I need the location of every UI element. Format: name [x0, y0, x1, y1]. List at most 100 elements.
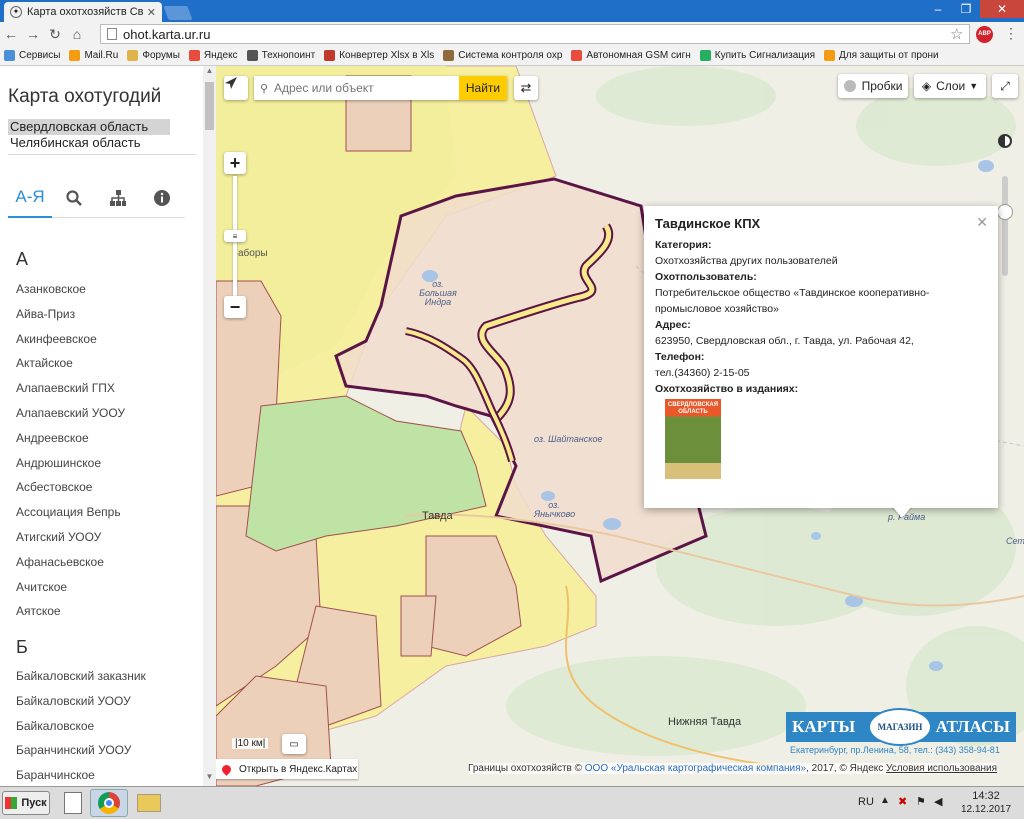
region-list[interactable]: Свердловская область Челябинская область — [8, 119, 196, 155]
copyright-link[interactable]: ООО «Уральская картографическая компания… — [585, 763, 806, 774]
taskbar-chrome-button[interactable] — [90, 789, 128, 817]
copyright-prefix: Границы охотхозяйств © — [468, 763, 582, 774]
clock-date[interactable]: 12.12.2017 — [956, 804, 1016, 815]
list-item[interactable]: Андрюшинское — [16, 456, 101, 470]
zoom-out-button[interactable]: − — [224, 296, 246, 318]
browser-menu-icon[interactable]: ⋮ — [1004, 25, 1018, 42]
tab-hierarchy[interactable] — [96, 178, 140, 218]
url-bar[interactable]: ohot.karta.ur.ru — [100, 24, 970, 44]
taskbar-documents-button[interactable] — [54, 789, 92, 817]
site-favicon-icon: ✦ — [10, 6, 22, 18]
zoom-in-button[interactable]: + — [224, 152, 246, 174]
maximize-icon[interactable]: ❐ — [952, 0, 980, 18]
zoom-slider-handle[interactable]: ≡ — [224, 230, 246, 242]
list-item[interactable]: Байкаловский УООУ — [16, 694, 131, 708]
ruler-button[interactable]: ▭ — [282, 734, 306, 754]
tab-search[interactable] — [52, 178, 96, 218]
list-item[interactable]: Акинфеевское — [16, 332, 97, 346]
start-button[interactable]: Пуск — [2, 791, 50, 815]
list-item[interactable]: Афанасьевское — [16, 555, 104, 569]
map-view[interactable]: оз. Большая Индра оз. Шайтанское оз. Яны… — [216, 66, 1024, 786]
opacity-slider[interactable] — [997, 176, 1013, 276]
window-close-icon[interactable]: ✕ — [980, 0, 1024, 18]
home-icon[interactable]: ⌂ — [66, 26, 88, 42]
bookmark-item[interactable]: Купить Сигнализация — [699, 50, 815, 61]
bookmark-icon — [4, 50, 15, 61]
scroll-down-icon[interactable]: ▼ — [203, 772, 216, 786]
bookmark-star-icon[interactable]: ☆ — [950, 25, 963, 43]
scrollbar-thumb[interactable] — [205, 82, 214, 130]
tab-title: Карта охотхозяйств Свердл — [27, 6, 143, 18]
route-button[interactable]: ⇄ — [514, 76, 538, 100]
layers-label: Слои — [936, 79, 966, 93]
terms-link[interactable]: Условия использования — [886, 763, 997, 774]
browser-tab[interactable]: ✦ Карта охотхозяйств Свердл ✕ — [4, 2, 162, 22]
list-item[interactable]: Азанковское — [16, 282, 86, 296]
search-submit-button[interactable]: Найти — [459, 76, 507, 100]
list-item[interactable]: Баранчинский УООУ — [16, 743, 131, 757]
region-item-sverdlovsk[interactable]: Свердловская область — [8, 119, 170, 135]
list-item[interactable]: Байкаловское — [16, 719, 94, 733]
network-icon[interactable]: ✖ — [898, 795, 907, 808]
map-search-input[interactable] — [274, 81, 459, 95]
tab-close-icon[interactable]: ✕ — [147, 6, 156, 19]
popup-close-icon[interactable]: ✕ — [976, 214, 988, 230]
tray-expand-icon[interactable]: ▲ — [880, 795, 890, 806]
bookmark-item[interactable]: Форумы — [127, 50, 180, 61]
language-indicator[interactable]: RU — [858, 796, 874, 808]
region-item-chelyabinsk[interactable]: Челябинская область — [8, 135, 196, 151]
bookmark-item[interactable]: Система контроля охр — [443, 50, 562, 61]
open-in-yandex-link[interactable]: Открыть в Яндекс.Картах — [216, 759, 358, 779]
scroll-up-icon[interactable]: ▲ — [203, 66, 216, 80]
bookmark-item[interactable]: Конвертер Xlsx в Xls — [324, 50, 434, 61]
publication-cover[interactable]: СВЕРДЛОВСКАЯ ОБЛАСТЬ — [665, 399, 721, 479]
info-icon — [154, 190, 170, 206]
map-label-nizhnyaya-tavda: Нижняя Тавда — [668, 716, 742, 728]
fullscreen-button[interactable]: ⤢ — [992, 74, 1018, 98]
info-popup: ✕ Тавдинское КПХ Категория: Охотхозяйств… — [644, 206, 998, 508]
bookmark-item[interactable]: Яндекс — [188, 50, 238, 61]
list-item[interactable]: Актайское — [16, 356, 73, 370]
layers-button[interactable]: ◈ Слои ▼ — [914, 74, 986, 98]
list-item[interactable]: Байкаловский заказник — [16, 669, 146, 683]
taskbar-explorer-button[interactable] — [130, 789, 168, 817]
bookmark-item[interactable]: Технопоинт — [246, 50, 315, 61]
list-item[interactable]: Ассоциация Вепрь — [16, 505, 121, 519]
clock-time[interactable]: 14:32 — [956, 790, 1016, 802]
adblock-icon[interactable]: ABP — [976, 26, 993, 43]
bookmark-item[interactable]: Mail.Ru — [69, 50, 118, 61]
new-tab-button[interactable] — [163, 6, 193, 20]
bookmark-label: Форумы — [142, 50, 180, 61]
minimize-icon[interactable]: – — [924, 0, 952, 18]
reload-icon[interactable]: ↻ — [44, 26, 66, 43]
list-item[interactable]: Алапаевский ГПХ — [16, 381, 115, 395]
list-item[interactable]: Айва-Приз — [16, 307, 75, 321]
geolocation-button[interactable] — [224, 76, 248, 100]
popup-phone: тел.(34360) 2-15-05 — [655, 367, 750, 379]
traffic-button[interactable]: Пробки — [838, 74, 908, 98]
bookmark-label: Автономная GSM сигн — [586, 50, 691, 61]
list-item[interactable]: Ачитское — [16, 580, 67, 594]
maps-shop-ad[interactable]: КАРТЫ АТЛАСЫ МАГАЗИН Екатеринбург, пр.Ле… — [786, 708, 1016, 758]
forward-icon[interactable]: → — [22, 26, 44, 42]
volume-icon[interactable]: ◀ — [934, 795, 942, 808]
bookmark-item[interactable]: Для защиты от прони — [823, 50, 939, 61]
list-item[interactable]: Баранчинское — [16, 768, 95, 782]
back-icon[interactable]: ← — [0, 26, 22, 42]
bookmark-label: Для защиты от прони — [838, 50, 939, 61]
flag-icon[interactable]: ⚑ — [916, 795, 926, 808]
sidebar-scrollbar[interactable]: ▲ ▼ — [203, 66, 216, 786]
bookmark-item[interactable]: Сервисы — [4, 50, 60, 61]
tab-info[interactable] — [140, 178, 184, 218]
list-item[interactable]: Аятское — [16, 604, 61, 618]
map-label-shaytanskoe: оз. Шайтанское — [534, 434, 603, 444]
list-item[interactable]: Алапаевский УООУ — [16, 406, 125, 420]
opacity-slider-knob[interactable] — [997, 204, 1013, 220]
tab-alphabet[interactable]: А-Я — [8, 178, 52, 218]
list-item[interactable]: Андреевское — [16, 431, 89, 445]
layers-icon: ◈ — [921, 79, 932, 93]
list-item[interactable]: Атигский УООУ — [16, 530, 101, 544]
list-item[interactable]: Асбестовское — [16, 480, 92, 494]
map-label-zabory: аборы — [238, 248, 268, 259]
bookmark-item[interactable]: Автономная GSM сигн — [571, 50, 691, 61]
